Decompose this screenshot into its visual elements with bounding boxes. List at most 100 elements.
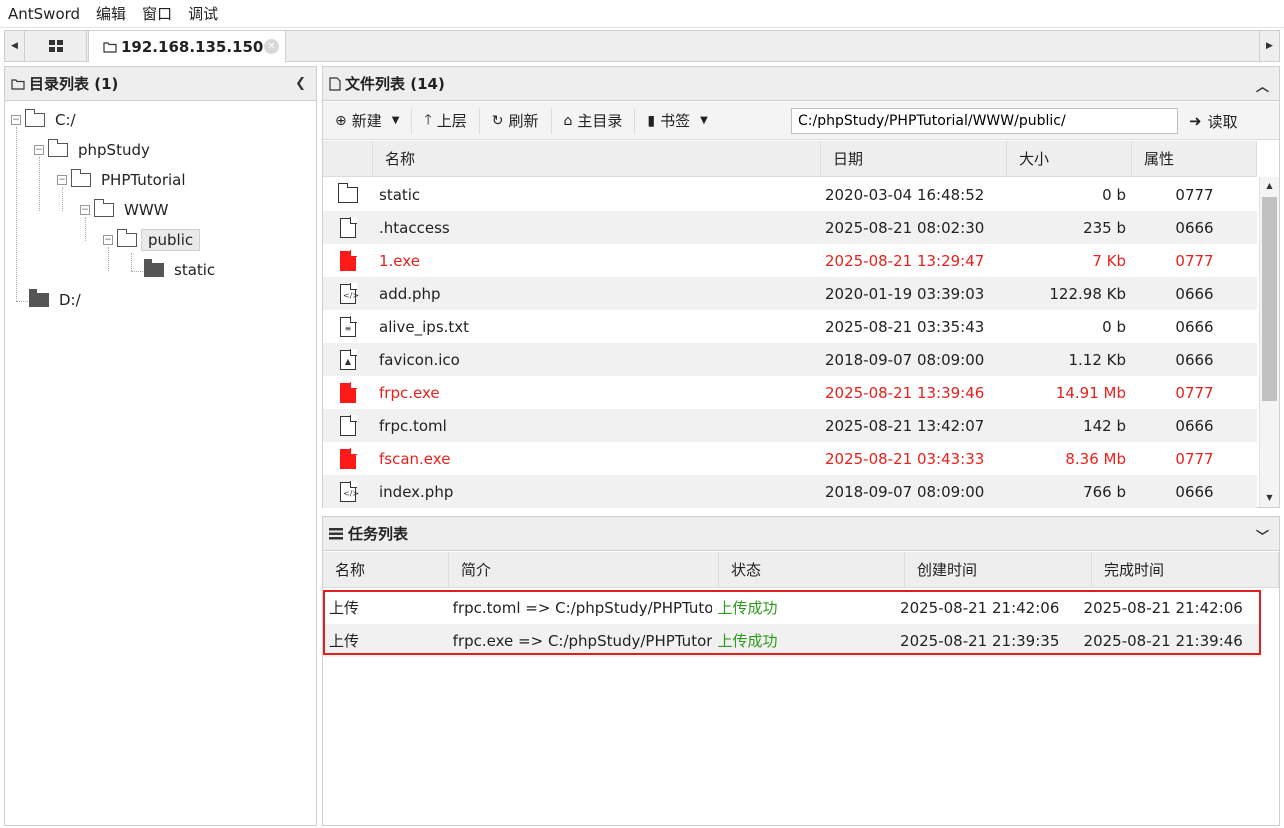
arrow-right-icon: ➜ [1189,112,1202,130]
menu-antsword[interactable]: AntSword [0,0,88,28]
file-size-cell: 0 b [1102,185,1126,204]
plus-circle-icon: ⊕ [335,112,347,129]
column-name[interactable]: 名称 [373,141,821,177]
file-type-cell [323,250,373,271]
file-type-cell: ▲ [323,349,373,370]
file-name-cell: alive_ips.txt [379,317,470,336]
file-panel-title: 文件列表 (14) [345,75,445,93]
tree-node-d[interactable]: D:/ [29,289,87,311]
up-button[interactable]: 🡑 上层 [412,107,480,134]
chevron-up-icon[interactable]: ︿ [1256,76,1269,95]
table-row[interactable]: fscan.exe 2025-08-21 03:43:33 8.36 Mb 0777 [323,442,1257,475]
table-row[interactable]: ≡ alive_ips.txt 2025-08-21 03:35:43 0 b 0666 [323,310,1257,343]
file-name-cell: favicon.ico [379,350,460,369]
task-row[interactable]: 上传 frpc.exe => C:/phpStudy/PHPTutorial/WW… [323,624,1261,657]
tab-host[interactable]: 192.168.135.150 ✕ [88,30,286,62]
file-name-cell: add.php [379,284,441,303]
refresh-button[interactable]: ↻ 刷新 [480,107,552,134]
file-type-cell [323,182,373,203]
collapse-icon[interactable]: − [11,115,21,125]
file-attr-cell: 0666 [1175,350,1214,369]
table-row[interactable]: </> index.php 2018-09-07 08:09:00 766 b 0666 [323,475,1257,508]
vertical-scrollbar[interactable]: ▲ ▼ [1259,177,1279,507]
menu-window[interactable]: 窗口 [134,0,180,28]
home-icon: ⌂ [563,112,573,129]
file-size-cell: 122.98 Kb [1049,284,1126,303]
tree-node-phptutorial[interactable]: − PHPTutorial [57,169,192,191]
refresh-icon: ↻ [491,112,504,129]
column-task-name[interactable]: 名称 [323,552,449,588]
file-date-cell: 2025-08-21 13:42:07 [825,416,985,435]
tab-scroll-right-icon[interactable]: ▶ [1259,31,1279,61]
code-file-icon: </> [340,283,359,304]
table-row[interactable]: frpc.exe 2025-08-21 13:39:46 14.91 Mb 0777 [323,376,1257,409]
tree-node-www[interactable]: − WWW [80,199,175,221]
close-icon[interactable]: ✕ [264,39,279,54]
home-button[interactable]: ⌂ 主目录 [552,107,636,134]
menu-edit[interactable]: 编辑 [88,0,134,28]
collapse-icon[interactable]: − [34,145,44,155]
file-attr-cell: 0666 [1175,317,1214,336]
file-type-cell [323,217,373,238]
table-row[interactable]: </> add.php 2020-01-19 03:39:03 122.98 Kb 06… [323,277,1257,310]
file-size-cell: 142 b [1083,416,1126,435]
tab-home[interactable] [25,31,87,61]
scroll-thumb[interactable] [1262,197,1277,401]
tab-scroll-left-icon[interactable]: ◀ [5,31,25,61]
tree-label-selected: public [141,229,201,251]
task-name-cell: 上传 [329,599,360,617]
column-date[interactable]: 日期 [821,141,1007,177]
folder-icon [144,259,164,277]
column-task-desc[interactable]: 简介 [449,552,719,588]
scroll-up-icon[interactable]: ▲ [1260,177,1279,195]
file-size-cell: 0 b [1102,317,1126,336]
table-row[interactable]: ▲ favicon.ico 2018-09-07 08:09:00 1.12 Kb 06… [323,343,1257,376]
file-type-cell: </> [323,481,373,502]
bookmark-button[interactable]: ▮ 书签 ▼ [635,108,719,134]
file-name-cell: index.php [379,482,454,501]
table-row[interactable]: static 2020-03-04 16:48:52 0 b 0777 [323,178,1257,211]
task-panel: 任务列表 ﹀ 名称 简介 状态 创建时间 完成时间 上传 frpc.toml =>… [322,516,1280,826]
read-button[interactable]: ➜ 读取 [1189,108,1238,134]
collapse-icon[interactable]: − [80,205,90,215]
chevron-down-icon[interactable]: ﹀ [1256,526,1269,545]
directory-panel-title: 目录列表 (1) [29,75,119,93]
tree-node-public[interactable]: − public [103,229,201,251]
table-row[interactable]: 1.exe 2025-08-21 13:29:47 7 Kb 0777 [323,244,1257,277]
new-button-label: 新建 [351,112,382,130]
tree-node-static[interactable]: static [144,259,221,281]
table-row[interactable]: frpc.toml 2025-08-21 13:42:07 142 b 0666 [323,409,1257,442]
collapse-left-icon[interactable]: ❮ [295,76,306,91]
file-name-cell: .htaccess [379,218,450,237]
collapse-icon[interactable]: − [103,235,113,245]
file-name-cell: frpc.toml [379,416,447,435]
tree-node-c[interactable]: − C:/ [11,109,82,131]
file-attr-cell: 0777 [1175,251,1214,270]
tree-node-phpstudy[interactable]: − phpStudy [34,139,156,161]
path-input[interactable] [791,108,1178,134]
column-attr[interactable]: 属性 [1132,141,1257,177]
file-date-cell: 2020-01-19 03:39:03 [825,284,985,303]
task-created-cell: 2025-08-21 21:42:06 [900,598,1060,617]
new-button[interactable]: ⊕ 新建 ▼ [323,107,413,134]
task-row[interactable]: 上传 frpc.toml => C:/phpStudy/PHPTutorial/W… [323,591,1261,624]
list-icon [329,527,343,539]
task-table-header: 名称 简介 状态 创建时间 完成时间 [323,552,1279,588]
file-type-cell [323,448,373,469]
column-task-done[interactable]: 完成时间 [1092,552,1279,588]
scroll-down-icon[interactable]: ▼ [1260,489,1279,507]
column-task-created[interactable]: 创建时间 [905,552,1092,588]
tree-label: D:/ [59,291,81,309]
file-attr-cell: 0666 [1175,218,1214,237]
column-task-status[interactable]: 状态 [719,552,905,588]
table-row[interactable]: .htaccess 2025-08-21 08:02:30 235 b 0666 [323,211,1257,244]
file-panel: 文件列表 (14) ︿ ⊕ 新建 ▼ 🡑 上层 ↻ 刷新 ⌂ 主目录 ▮ 书签 … [322,66,1280,508]
arrow-up-icon: 🡑 [424,111,432,128]
folder-open-icon [47,139,68,157]
menu-debug[interactable]: 调试 [180,0,226,28]
folder-open-icon [93,199,114,217]
tree-label: C:/ [55,111,76,129]
column-size[interactable]: 大小 [1007,141,1132,177]
task-done-cell: 2025-08-21 21:42:06 [1083,598,1243,617]
collapse-icon[interactable]: − [57,175,67,185]
